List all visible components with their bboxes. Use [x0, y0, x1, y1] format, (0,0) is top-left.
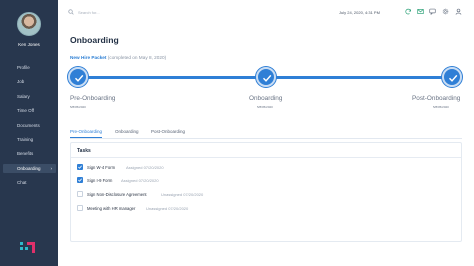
- tab-pre-onboarding[interactable]: Pre-Onboarding: [70, 129, 103, 138]
- user-name: Ken Jones: [18, 42, 40, 47]
- sidebar: Ken Jones Profile Job Salary Time Off Do…: [0, 0, 58, 266]
- refresh-icon[interactable]: [405, 8, 412, 15]
- task-status: Assigned 07/20/2020: [126, 164, 164, 170]
- packet-name-link[interactable]: New Hire Packet: [70, 55, 106, 60]
- sidebar-item-salary[interactable]: Salary: [0, 92, 58, 106]
- chevron-right-icon: ›: [50, 165, 53, 171]
- task-name[interactable]: Meeting with HR manager: [87, 206, 135, 211]
- tasks-title: Tasks: [77, 148, 91, 154]
- task-checkbox[interactable]: [77, 164, 83, 170]
- user-profile-icon[interactable]: [455, 8, 462, 15]
- step-pre-onboarding-check[interactable]: [68, 67, 88, 87]
- sidebar-item-training[interactable]: Training: [0, 135, 58, 149]
- task-row: Sign W-4 Form Assigned 07/20/2020: [77, 162, 457, 175]
- task-checkbox[interactable]: [77, 205, 83, 211]
- sidebar-item-onboarding[interactable]: Onboarding ›: [3, 163, 56, 173]
- tasks-card: Tasks Sign W-4 Form Assigned 07/20/2020 …: [70, 142, 462, 242]
- task-checkbox[interactable]: [77, 191, 83, 197]
- tabs-divider: [70, 138, 462, 139]
- top-bar: July 24, 2020, 4:31 PM: [58, 0, 474, 25]
- main-content: Onboarding New Hire Packet (completed on…: [58, 25, 474, 266]
- onboarding-stepper: Pre-Onboarding 5/8/05/2020 Onboarding 5/…: [58, 63, 474, 109]
- sidebar-item-job[interactable]: Job: [0, 77, 58, 91]
- step-label-onboarding: Onboarding: [249, 95, 283, 102]
- check-icon: [75, 74, 84, 82]
- step-date-post-onboarding: 5/8/05/2020: [433, 105, 449, 109]
- step-onboarding-check[interactable]: [256, 67, 276, 87]
- sidebar-item-chat[interactable]: Chat: [0, 178, 58, 192]
- check-icon: [78, 178, 82, 182]
- step-post-onboarding-check[interactable]: [442, 67, 462, 87]
- current-datetime: July 24, 2020, 4:31 PM: [339, 10, 380, 15]
- task-status: Unassigned 07/20/2020: [161, 191, 204, 197]
- task-row: Sign I-9 Form Assigned 07/20/2020: [77, 175, 457, 188]
- sidebar-item-time-off[interactable]: Time Off: [0, 106, 58, 120]
- message-icon[interactable]: [429, 8, 436, 15]
- packet-completed-text: (completed on May 8, 2020): [107, 55, 167, 60]
- tab-onboarding[interactable]: Onboarding: [115, 129, 139, 137]
- task-status: Unassigned 07/20/2020: [146, 205, 189, 211]
- sidebar-item-profile[interactable]: Profile: [0, 63, 58, 77]
- task-status: Assigned 07/20/2020: [121, 177, 159, 183]
- task-checkbox[interactable]: [77, 177, 83, 183]
- sidebar-item-label: Onboarding: [17, 165, 41, 171]
- page-title: Onboarding: [70, 35, 119, 45]
- packet-info: New Hire Packet (completed on May 8, 202…: [70, 55, 166, 60]
- check-icon: [263, 74, 272, 82]
- task-name[interactable]: Sign I-9 Form: [87, 178, 112, 183]
- check-icon: [78, 165, 82, 169]
- tasks-divider: [71, 157, 461, 158]
- mail-icon[interactable]: [417, 8, 424, 15]
- step-date-pre-onboarding: 5/8/05/2020: [70, 105, 86, 109]
- check-icon: [449, 74, 458, 82]
- search-input[interactable]: [78, 7, 148, 17]
- tab-post-onboarding[interactable]: Post-Onboarding: [151, 129, 185, 137]
- sidebar-item-benefits[interactable]: Benefits: [0, 149, 58, 163]
- avatar[interactable]: [17, 12, 41, 36]
- search-icon[interactable]: [68, 9, 74, 15]
- step-label-pre-onboarding: Pre-Onboarding: [70, 95, 116, 102]
- step-date-onboarding: 5/8/05/2020: [257, 105, 273, 109]
- app-logo-icon: [20, 242, 35, 253]
- task-name[interactable]: Sign Non-Disclosure Agreement: [87, 192, 147, 197]
- task-name[interactable]: Sign W-4 Form: [87, 165, 115, 170]
- step-label-post-onboarding: Post-Onboarding: [412, 95, 461, 102]
- settings-icon[interactable]: [442, 8, 449, 15]
- sidebar-nav: Profile Job Salary Time Off Documents Tr…: [0, 63, 58, 193]
- sidebar-item-documents[interactable]: Documents: [0, 121, 58, 135]
- task-row: Meeting with HR manager Unassigned 07/20…: [77, 203, 457, 216]
- task-row: Sign Non-Disclosure Agreement Unassigned…: [77, 189, 457, 202]
